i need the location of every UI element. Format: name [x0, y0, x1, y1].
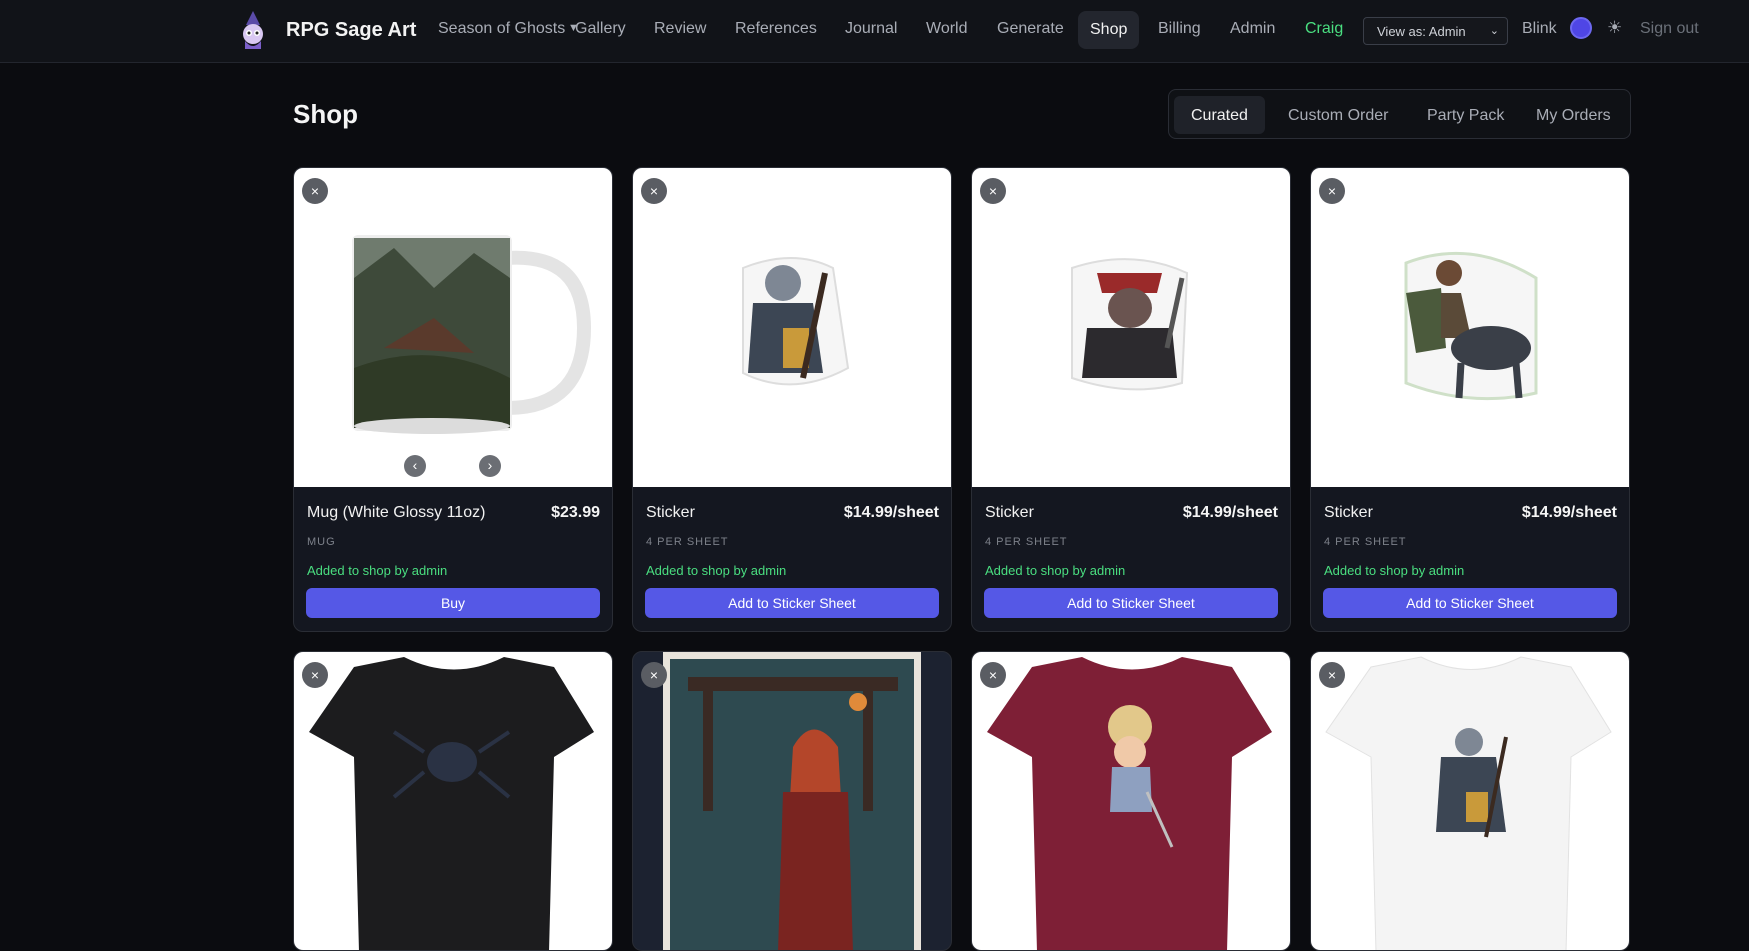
product-subtitle: 4 PER SHEET [646, 536, 729, 548]
view-as-select[interactable]: View as: Admin ⌄ [1363, 17, 1508, 45]
product-card: × Sticker $14.99/sheet 4 PER SHEET Added… [632, 167, 952, 632]
product-image[interactable] [663, 652, 921, 950]
product-image[interactable] [972, 652, 1290, 950]
product-subtitle: 4 PER SHEET [1324, 536, 1407, 548]
page-title: Shop [293, 99, 358, 129]
tshirt-maroon-icon [987, 657, 1272, 950]
product-price: $14.99/sheet [843, 504, 939, 521]
product-subtitle: 4 PER SHEET [985, 536, 1068, 548]
product-card: × Sticker $14.99/sheet 4 PER SHEET Added… [971, 167, 1291, 632]
product-image[interactable] [294, 652, 612, 950]
nav-references[interactable]: References [735, 20, 817, 38]
tab-party-pack[interactable]: Party Pack [1410, 96, 1521, 134]
close-icon[interactable]: × [1319, 178, 1345, 204]
added-by-text: Added to shop by admin [985, 563, 1126, 578]
nav-generate[interactable]: Generate [997, 20, 1064, 38]
chevron-left-icon[interactable]: ‹ [404, 455, 426, 477]
tab-curated[interactable]: Curated [1174, 96, 1265, 134]
product-card: × Sticker $14.99/sheet 4 PER SHEET Added… [1310, 167, 1630, 632]
product-price: $14.99/sheet [1521, 504, 1617, 521]
mug-icon [352, 235, 592, 434]
wizard-logo-icon[interactable] [237, 9, 269, 51]
tshirt-black-icon [309, 657, 594, 950]
product-name: Sticker [1324, 504, 1373, 521]
nav-review[interactable]: Review [654, 20, 706, 38]
sticker-mage-icon [742, 257, 850, 386]
blink-label[interactable]: Blink [1522, 20, 1557, 38]
view-as-value: View as: Admin [1377, 24, 1466, 39]
close-icon[interactable]: × [980, 178, 1006, 204]
nav-admin[interactable]: Admin [1230, 20, 1275, 38]
nav-gallery[interactable]: Gallery [575, 20, 626, 38]
close-icon[interactable]: × [302, 178, 328, 204]
user-name-link[interactable]: Craig [1305, 20, 1343, 38]
product-image[interactable] [972, 168, 1290, 487]
chevron-down-icon: ⌄ [1489, 25, 1499, 37]
close-icon[interactable]: × [1319, 662, 1345, 688]
product-name: Sticker [985, 504, 1034, 521]
added-by-text: Added to shop by admin [646, 563, 787, 578]
brand-title[interactable]: RPG Sage Art [286, 19, 416, 42]
add-to-sticker-sheet-button[interactable]: Add to Sticker Sheet [645, 588, 939, 618]
product-subtitle: MUG [307, 536, 336, 548]
product-image[interactable] [633, 168, 951, 487]
product-card: × [632, 651, 952, 951]
close-icon[interactable]: × [980, 662, 1006, 688]
product-card: × [971, 651, 1291, 951]
product-image[interactable] [1311, 652, 1629, 950]
product-price: $23.99 [551, 504, 600, 521]
product-price: $14.99/sheet [1182, 504, 1278, 521]
add-to-sticker-sheet-button[interactable]: Add to Sticker Sheet [1323, 588, 1617, 618]
poster-archer-icon [670, 659, 914, 950]
product-card: ‹ › × Mug (White Glossy 11oz) $23.99 MUG… [293, 167, 613, 632]
product-card: × [293, 651, 613, 951]
shop-tabs: Curated Custom Order Party Pack My Order… [1168, 89, 1631, 139]
product-image[interactable] [1311, 168, 1629, 487]
added-by-text: Added to shop by admin [1324, 563, 1465, 578]
campaign-select[interactable]: Season of Ghosts [438, 20, 565, 38]
sun-icon[interactable]: ☀ [1607, 18, 1622, 38]
chevron-right-icon[interactable]: › [479, 455, 501, 477]
product-name: Sticker [646, 504, 695, 521]
tshirt-white-icon [1325, 656, 1612, 950]
sticker-centaur-icon [1404, 251, 1538, 401]
product-image[interactable]: ‹ › [294, 168, 612, 487]
added-by-text: Added to shop by admin [307, 563, 448, 578]
color-swatch-button[interactable] [1570, 17, 1592, 39]
buy-button[interactable]: Buy [306, 588, 600, 618]
sign-out-link[interactable]: Sign out [1640, 20, 1699, 38]
nav-journal[interactable]: Journal [845, 20, 897, 38]
tab-custom-order[interactable]: Custom Order [1271, 96, 1405, 134]
product-card: × [1310, 651, 1630, 951]
close-icon[interactable]: × [641, 178, 667, 204]
nav-world[interactable]: World [926, 20, 968, 38]
nav-shop[interactable]: Shop [1078, 11, 1140, 49]
close-icon[interactable]: × [641, 662, 667, 688]
sticker-rat-icon [1071, 258, 1189, 391]
add-to-sticker-sheet-button[interactable]: Add to Sticker Sheet [984, 588, 1278, 618]
nav-billing[interactable]: Billing [1158, 20, 1201, 38]
close-icon[interactable]: × [302, 662, 328, 688]
top-nav: RPG Sage Art Season of Ghosts ▼ Gallery … [0, 0, 1749, 63]
product-name: Mug (White Glossy 11oz) [307, 504, 486, 521]
tab-my-orders[interactable]: My Orders [1519, 96, 1628, 134]
